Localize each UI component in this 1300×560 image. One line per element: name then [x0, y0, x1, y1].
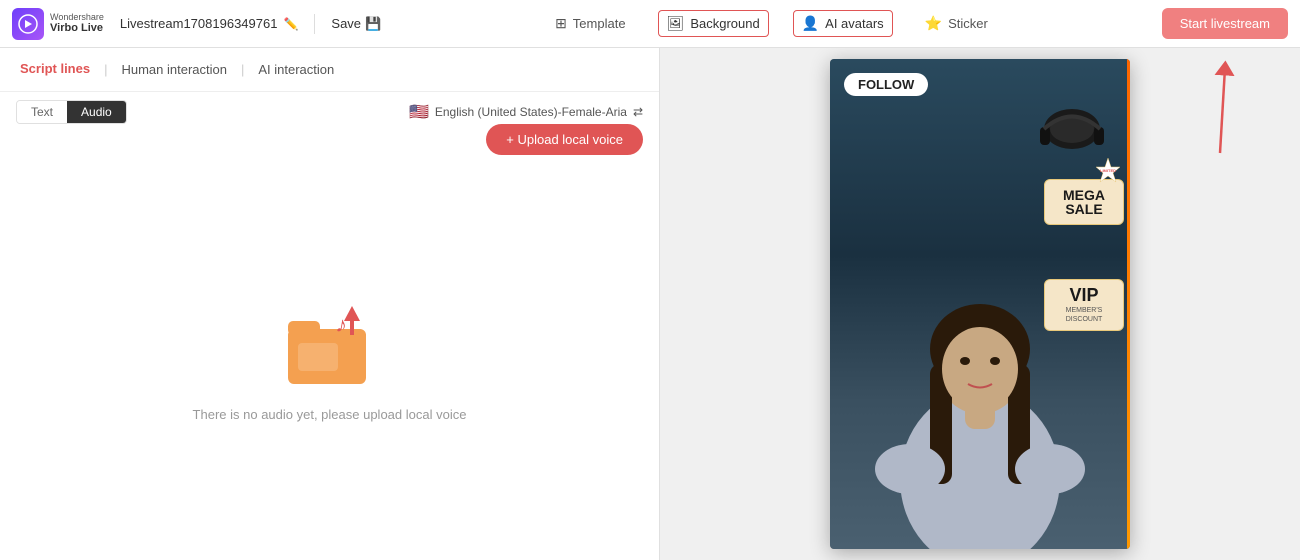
avatar-svg [830, 169, 1130, 549]
sticker-nav-item[interactable]: ⭐ Sticker [917, 11, 996, 36]
app-logo-icon [12, 8, 44, 40]
topbar: Wondershare Virbo Live Livestream1708196… [0, 0, 1300, 48]
save-icon: 💾 [365, 16, 381, 32]
arrow-annotation-svg [1160, 58, 1240, 158]
audio-tab[interactable]: Audio [67, 101, 126, 123]
video-preview: FOLLOW LIMITED MEGA [830, 59, 1130, 549]
right-panel: FOLLOW LIMITED MEGA [660, 48, 1300, 560]
headphone-svg [1032, 99, 1112, 164]
divider [314, 14, 315, 34]
audio-folder-icon: ♪ [280, 301, 380, 391]
start-livestream-button[interactable]: Start livestream [1162, 8, 1288, 39]
background-icon: 🖼 [667, 15, 685, 32]
background-nav-item[interactable]: 🖼 Background [658, 10, 769, 37]
upload-local-voice-button[interactable]: + Upload local voice [486, 124, 643, 155]
starburst-svg: LIMITED [1094, 157, 1122, 185]
ai-avatar-icon: 👤 [802, 15, 819, 32]
project-name: Livestream1708196349761 ✏️ [120, 16, 299, 31]
brand-top: Wondershare [50, 13, 104, 23]
language-selector[interactable]: 🇺🇸 English (United States)-Female-Aria ⇄ [409, 102, 643, 122]
sticker-icon: ⭐ [925, 15, 942, 32]
tab-separator-2: | [241, 62, 244, 77]
svg-text:LIMITED: LIMITED [1100, 168, 1116, 173]
main-area: Script lines | Human interaction | AI in… [0, 48, 1300, 560]
save-button[interactable]: Save 💾 [331, 16, 381, 32]
follow-badge: FOLLOW [844, 73, 928, 96]
logo-area: Wondershare Virbo Live [12, 8, 104, 40]
avatar-person-area [830, 169, 1130, 549]
brand-bottom: Virbo Live [50, 22, 104, 34]
text-tab[interactable]: Text [17, 101, 67, 123]
ai-avatars-nav-item[interactable]: 👤 AI avatars [793, 10, 893, 37]
language-swap-icon: ⇄ [633, 105, 643, 119]
template-icon: ⊞ [555, 15, 567, 32]
content-area: ♪ There is no audio yet, please upload l… [0, 163, 659, 560]
arrow-annotation-area [1160, 58, 1240, 163]
topbar-right: Start livestream [1162, 8, 1288, 39]
flag-icon: 🇺🇸 [409, 102, 429, 122]
template-nav-item[interactable]: ⊞ Template [547, 11, 633, 36]
upload-toolbar-row: + Upload local voice [0, 124, 659, 163]
logo-text: Wondershare Virbo Live [50, 13, 104, 35]
script-lines-tab[interactable]: Script lines [16, 61, 94, 78]
edit-icon[interactable]: ✏️ [283, 17, 298, 31]
no-audio-text: There is no audio yet, please upload loc… [193, 407, 467, 422]
ai-interaction-tab[interactable]: AI interaction [254, 62, 338, 77]
audio-placeholder: ♪ There is no audio yet, please upload l… [193, 301, 467, 422]
left-panel: Script lines | Human interaction | AI in… [0, 48, 660, 560]
text-audio-tabs: Text Audio [16, 100, 127, 124]
tab-separator-1: | [104, 62, 107, 77]
script-tabs: Script lines | Human interaction | AI in… [0, 48, 659, 92]
human-interaction-tab[interactable]: Human interaction [117, 62, 231, 77]
topbar-center: ⊞ Template 🖼 Background 👤 AI avatars ⭐ S… [389, 10, 1153, 37]
starburst-badge: LIMITED [1094, 157, 1122, 185]
